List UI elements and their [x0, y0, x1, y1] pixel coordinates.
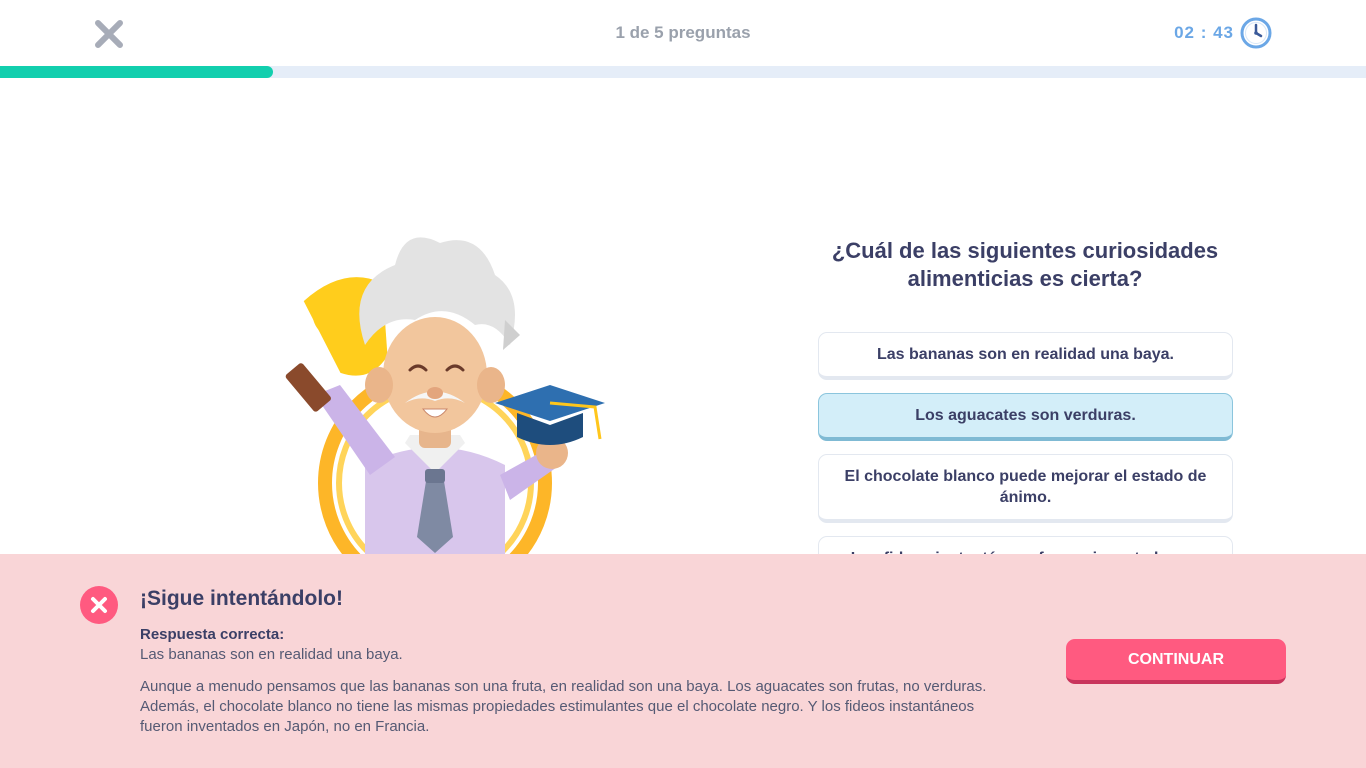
answer-option-2[interactable]: Los aguacates son verduras.	[818, 393, 1233, 441]
feedback-panel: ¡Sigue intentándolo! Respuesta correcta:…	[0, 554, 1366, 768]
feedback-title: ¡Sigue intentándolo!	[140, 587, 343, 610]
progress-bar	[0, 66, 1366, 78]
explanation-text: Aunque a menudo pensamos que las bananas…	[140, 678, 987, 735]
question-text: ¿Cuál de las siguientes curiosidades ali…	[831, 238, 1219, 291]
wrong-icon	[80, 586, 118, 624]
timer-text: 02 : 43	[1174, 23, 1234, 42]
timer: 02 : 43	[1174, 17, 1272, 49]
professor-illustration	[255, 225, 615, 600]
continue-button[interactable]: CONTINUAR	[1066, 639, 1286, 684]
correct-answer-text: Las bananas son en realidad una baya.	[140, 646, 403, 663]
answer-option-1[interactable]: Las bananas son en realidad una baya.	[818, 332, 1233, 380]
progress-fill	[0, 66, 274, 78]
question-counter: 1 de 5 preguntas	[615, 23, 751, 42]
clock-icon	[1240, 17, 1272, 49]
correct-answer-label: Respuesta correcta:	[140, 626, 285, 643]
top-bar: 1 de 5 preguntas 02 : 43	[0, 0, 1366, 66]
answer-option-3[interactable]: El chocolate blanco puede mejorar el est…	[818, 454, 1233, 523]
